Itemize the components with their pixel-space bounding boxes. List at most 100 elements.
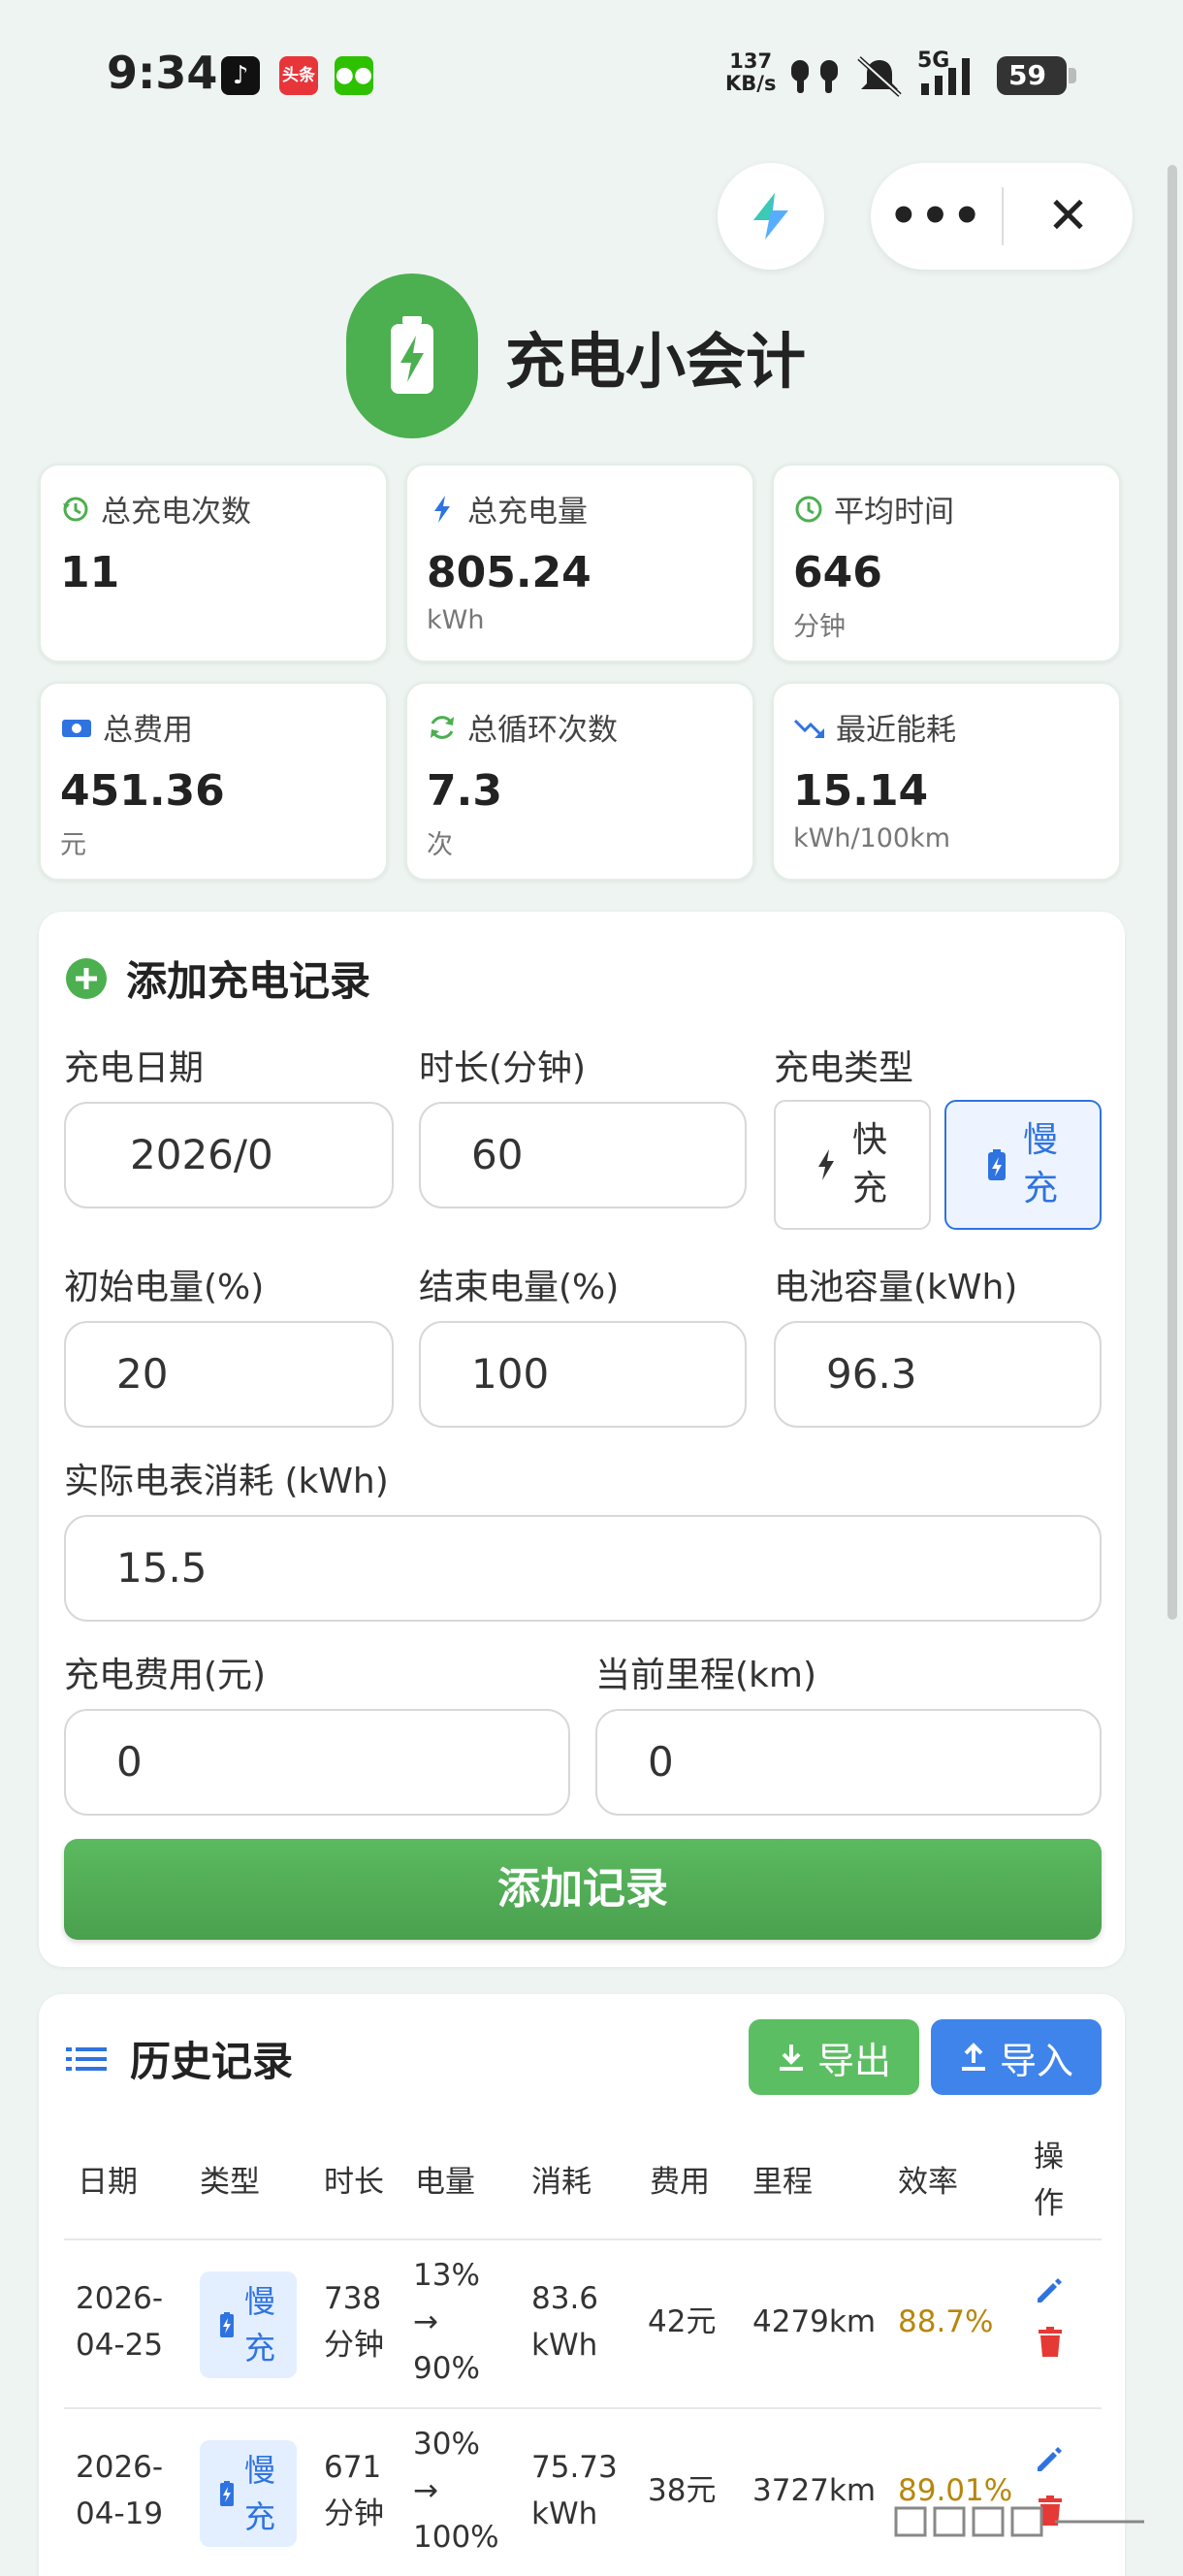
type-badge: 慢充 [200,2271,297,2378]
battery-charging-logo-icon [346,274,478,438]
date-label: 充电日期 [64,1048,205,1088]
date-input[interactable]: 2026/0 [64,1102,394,1208]
stat-label: 总充电量 [467,495,588,530]
stat-card-total-cost: 总费用 451.36 元 [39,682,388,881]
form-title: 添加充电记录 [126,957,371,1005]
page-scrollbar[interactable] [1167,165,1177,1620]
bolt-icon [818,1149,834,1180]
stat-value: 15.14 [793,766,929,816]
col-mileage: 里程 [752,2165,813,2200]
stat-unit: kWh [427,605,485,635]
stat-card-total-energy: 总充电量 805.24 kWh [405,464,754,662]
slow-charge-label: 慢充 [1022,1120,1058,1208]
row-duration: 738 分钟 [324,2281,384,2363]
cost-input[interactable]: 0 [64,1709,570,1816]
row-efficiency: 88.7% [898,2304,994,2339]
duration-input[interactable]: 60 [419,1102,747,1208]
col-energy: 电量 [415,2165,475,2200]
stat-label: 总循环次数 [467,713,618,748]
stat-value: 451.36 [60,766,225,816]
mileage-input[interactable]: 0 [595,1709,1102,1816]
net-speed-unit: KB/s [725,72,777,95]
history-icon [63,497,88,521]
meter-input[interactable]: 15.5 [64,1515,1102,1622]
app-title: 充电小会计 [505,326,807,397]
stat-card-total-cycles: 总循环次数 7.3 次 [405,682,754,881]
capacity-input[interactable]: 96.3 [774,1321,1102,1428]
row-cost: 42元 [648,2304,717,2339]
battery-icon: 59 [997,56,1076,95]
capsule-menu: ••• ✕ [871,163,1133,270]
flash-icon [753,193,788,240]
export-label: 导出 [816,2039,891,2082]
col-actions: 操作 [1034,2140,1064,2221]
form-title-row: 添加充电记录 [64,949,370,1008]
col-duration: 时长 [324,2165,384,2200]
slow-charge-button[interactable]: 慢充 [944,1100,1102,1230]
col-date: 日期 [78,2165,138,2200]
tiktok-icon: ♪ [221,56,260,95]
status-bar: 9:34 ♪ 头条 ●● 137 KB/s 5G 59 [0,0,1183,155]
row-date: 2026- 04-25 [76,2281,164,2363]
start-pct-input[interactable]: 20 [64,1321,394,1428]
stat-label: 总费用 [103,713,193,748]
stat-unit: 次 [427,830,453,860]
toutiao-icon: 头条 [279,56,318,95]
list-icon [66,2046,107,2071]
meter-label: 实际电表消耗 (kWh) [64,1462,389,1501]
row-mileage: 4279km [752,2304,877,2339]
cycle-icon [431,715,454,739]
row-divider [64,2407,1102,2409]
add-record-panel: 添加充电记录 充电日期 2026/0 时长(分钟) 60 充电类型 快充 慢充 … [39,912,1125,1967]
battery-charging-icon [220,2481,234,2506]
more-button[interactable]: ••• [871,189,1002,243]
edit-icon[interactable] [1034,2275,1065,2306]
stat-card-recent-consumption: 最近能耗 15.14 kWh/100km [772,682,1121,881]
import-button[interactable]: 导入 [931,2019,1102,2095]
edit-icon[interactable] [1034,2444,1065,2475]
row-cost: 38元 [648,2473,717,2508]
history-panel: 历史记录 导出 导入 日期 类型 时长 电量 消耗 费用 里程 效率 操作 20… [39,1994,1125,2576]
status-time: 9:34 [107,47,218,99]
flash-button[interactable] [718,163,824,270]
history-title: 历史记录 [130,2038,294,2085]
header-divider [64,2238,1102,2240]
stat-unit: 分钟 [793,612,846,642]
watermark-logo-icon [894,2506,1144,2537]
download-icon [779,2045,803,2071]
row-energy: 13% → 90% [413,2258,480,2386]
stat-label: 平均时间 [834,495,954,530]
stat-label: 总充电次数 [101,495,251,530]
mute-icon [857,56,902,97]
capacity-label: 电池容量(kWh) [774,1268,1018,1307]
col-cost: 费用 [650,2165,710,2200]
stat-unit: kWh/100km [793,823,951,853]
stat-value: 11 [60,548,120,597]
battery-charging-icon [220,2312,234,2337]
col-efficiency: 效率 [898,2165,958,2200]
close-button[interactable]: ✕ [1004,187,1133,245]
net-speed-value: 137 [729,49,773,73]
end-pct-label: 结束电量(%) [419,1268,620,1307]
end-pct-input[interactable]: 100 [419,1321,747,1428]
stat-unit: 元 [60,830,86,860]
fast-charge-button[interactable]: 快充 [774,1100,931,1230]
battery-charging-icon [988,1149,1006,1180]
app-header: 充电小会计 [346,274,806,438]
row-usage: 83.6 kWh [531,2281,599,2363]
export-button[interactable]: 导出 [749,2019,919,2095]
trend-down-icon [793,719,824,738]
delete-icon[interactable] [1036,2326,1065,2359]
mileage-label: 当前里程(km) [595,1656,817,1695]
add-record-button[interactable]: 添加记录 [64,1839,1102,1940]
col-type: 类型 [200,2165,260,2200]
col-usage: 消耗 [531,2165,592,2200]
stat-value: 7.3 [427,766,502,816]
stat-card-total-charges: 总充电次数 11 [39,464,388,662]
fast-charge-label: 快充 [851,1120,887,1208]
row-duration: 671 分钟 [324,2450,384,2531]
money-icon [62,719,91,737]
signal-icon [921,58,970,95]
bolt-icon [434,495,450,523]
plus-circle-icon [66,957,107,999]
